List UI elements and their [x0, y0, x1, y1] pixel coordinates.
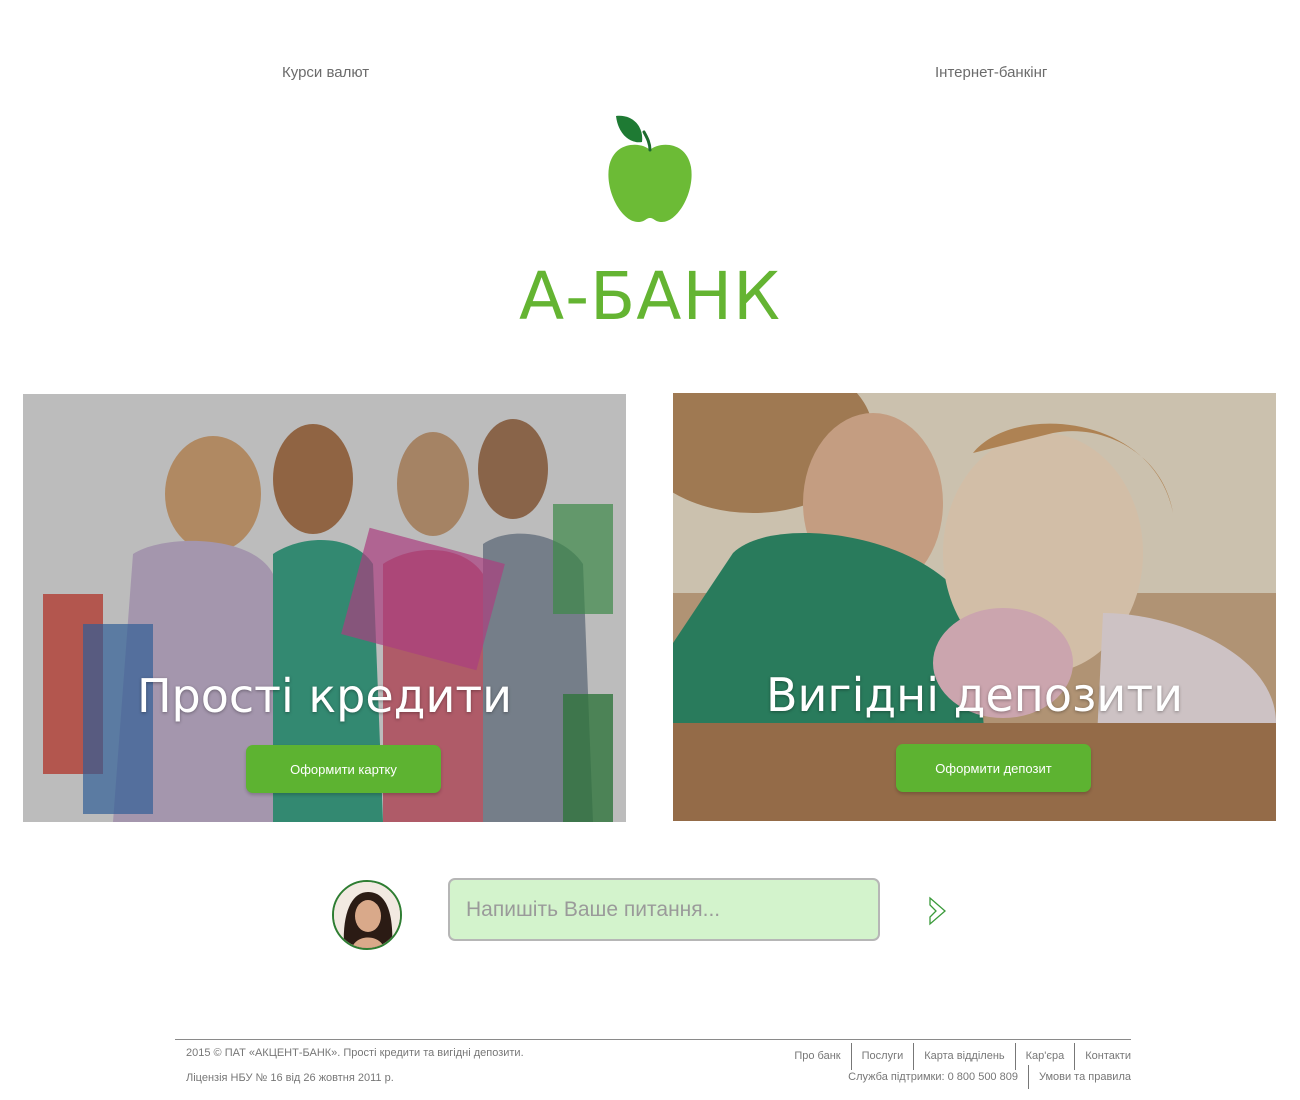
- currency-rates-link[interactable]: Курси валют: [282, 64, 369, 81]
- footer-link-terms[interactable]: Умови та правила: [1027, 1065, 1131, 1089]
- apply-deposit-button[interactable]: Оформити депозит: [896, 744, 1091, 792]
- support-agent-avatar: [332, 880, 402, 950]
- bank-name: А-БАНК: [519, 258, 781, 335]
- footer-nav-secondary: Служба підтримки: 0 800 500 809 Умови та…: [838, 1065, 1131, 1089]
- internet-banking-link[interactable]: Інтернет-банкінг: [935, 64, 1047, 81]
- promo-deposits-card[interactable]: Вигідні депозити Оформити депозит: [673, 393, 1276, 821]
- promo-credits-title: Прості кредити: [136, 669, 513, 723]
- license-text: Ліцензія НБУ № 16 від 26 жовтня 2011 р.: [186, 1072, 394, 1084]
- footer-divider: [175, 1039, 1131, 1040]
- copyright-text: 2015 © ПАТ «АКЦЕНТ-БАНК». Прості кредити…: [186, 1047, 524, 1059]
- question-input[interactable]: [448, 878, 880, 941]
- support-phone: Служба підтримки: 0 800 500 809: [848, 1071, 1018, 1083]
- promo-credits-card[interactable]: Прості кредити Оформити картку: [23, 394, 626, 822]
- apply-card-button[interactable]: Оформити картку: [246, 745, 441, 793]
- green-apple-icon: [608, 115, 692, 222]
- send-arrow-icon[interactable]: [925, 895, 951, 927]
- promo-deposits-title: Вигідні депозити: [765, 668, 1184, 722]
